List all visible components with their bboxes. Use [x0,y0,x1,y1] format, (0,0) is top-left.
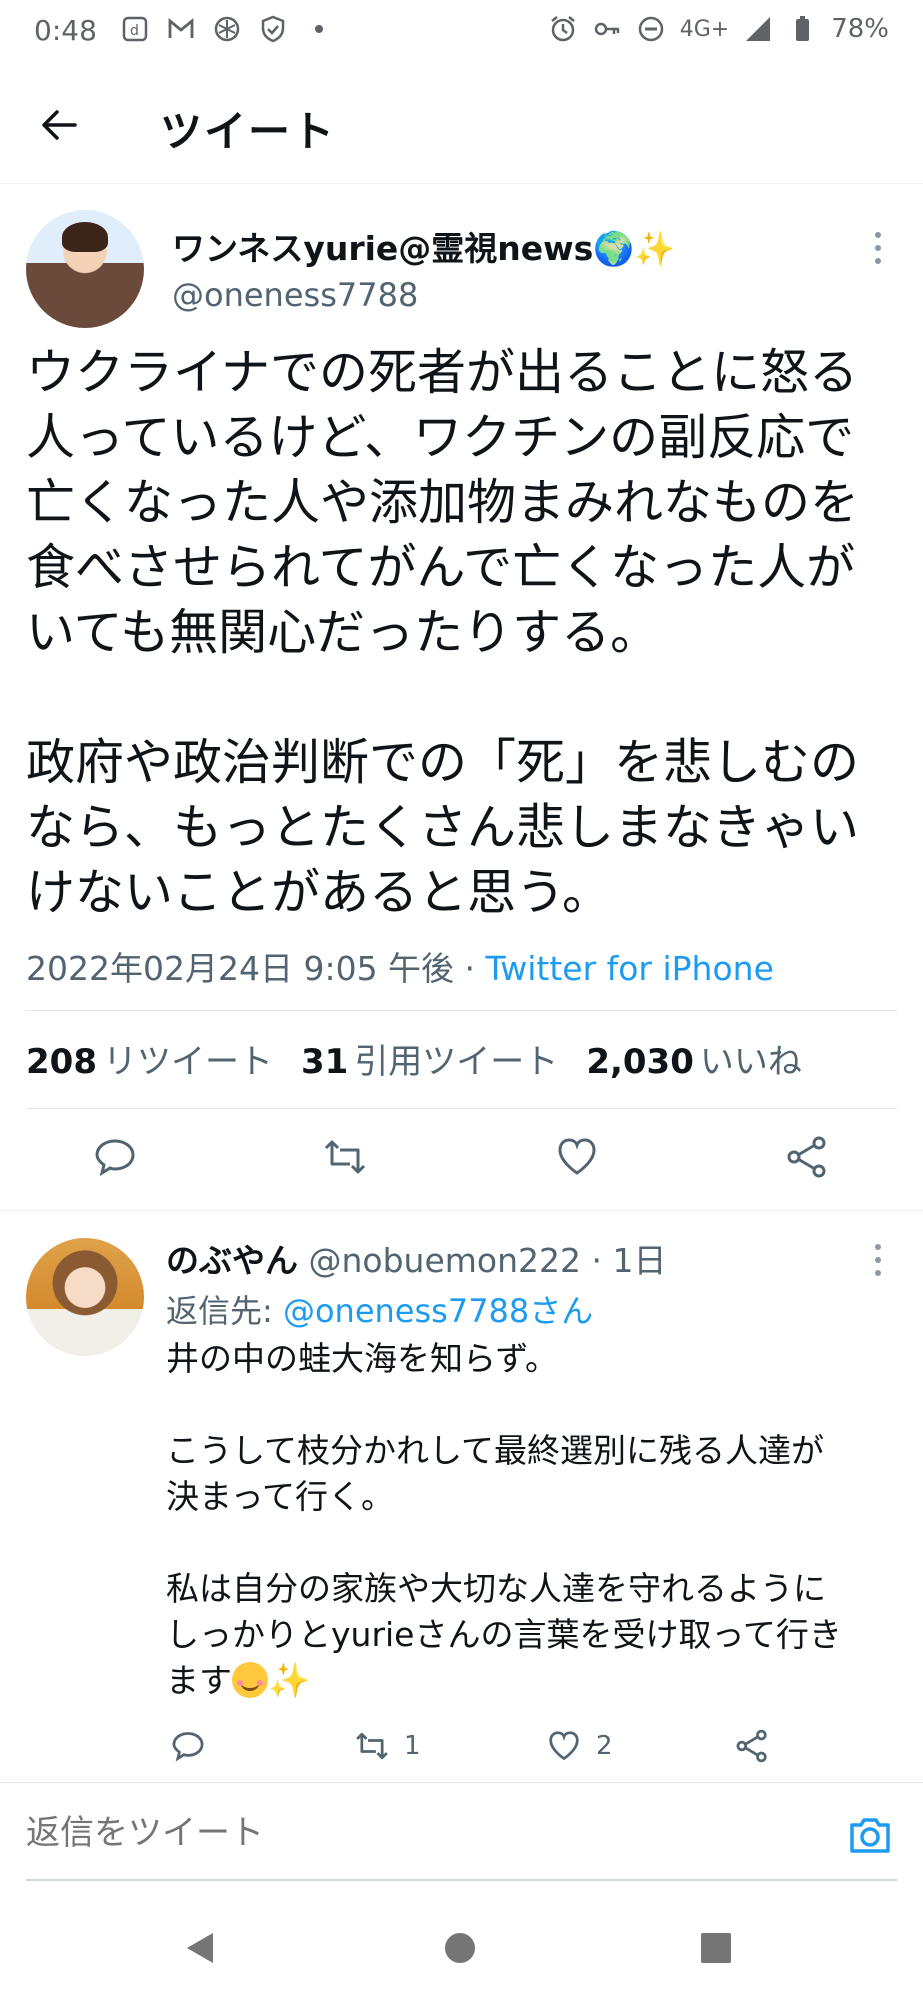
share-button[interactable] [780,1130,834,1184]
dot-icon [304,14,334,44]
author-name[interactable]: ワンネスyurie@霊視news🌍✨ [172,222,676,270]
reply-author-handle[interactable]: @nobuemon222 · 1日 [309,1241,667,1280]
reply-button[interactable] [88,1130,142,1184]
likes-stat[interactable]: 2,030 いいね [586,1034,802,1083]
reply-text-container: 井の中の蛙大海を知らず。 こうして枝分かれして最終選別に残る人達が 決まって行く… [166,1336,896,1704]
signal-icon [743,14,773,44]
page-title: ツイート [160,107,337,156]
retweet-button[interactable] [318,1130,372,1184]
notification-icons: d [120,14,334,44]
author-handle[interactable]: @oneness7788 [172,276,418,314]
reply-more-options-button[interactable] [868,1240,888,1280]
divider [0,1210,923,1211]
nav-back-button[interactable] [182,1930,218,1966]
reply-share-button[interactable] [734,1728,770,1764]
reply-reply-button[interactable] [170,1728,206,1764]
gmail-icon [166,14,196,44]
reply-header: のぶやん @nobuemon222 · 1日 [166,1234,666,1282]
tweet-source-link[interactable]: Twitter for iPhone [486,949,774,988]
smiling-face-emoji [232,1662,268,1698]
reply-author-avatar[interactable] [26,1238,144,1356]
quotes-stat[interactable]: 31 引用ツイート [301,1034,558,1083]
divider [26,1108,897,1109]
circle-home-icon [445,1933,475,1963]
reply-text: 井の中の蛙大海を知らず。 こうして枝分かれして最終選別に残る人達が 決まって行く… [166,1339,842,1700]
retweet-icon [356,1732,388,1760]
reply-like-count: 2 [596,1731,613,1761]
reply-to-line: 返信先: @oneness7788さん [166,1292,594,1330]
svg-text:d: d [130,23,139,39]
arrow-left-icon [42,110,77,140]
divider [26,1010,897,1011]
nav-home-button[interactable] [442,1930,478,1966]
heart-icon [558,1138,596,1175]
app-icon [212,14,242,44]
camera-icon[interactable] [846,1811,894,1859]
reply-icon [95,1139,135,1177]
tweet-timestamp: 2022年02月24日 9:05 午後 · [26,949,486,988]
back-button[interactable] [34,100,84,150]
reply-author-name[interactable]: のぶやん [166,1241,298,1280]
nav-recents-button[interactable] [698,1930,734,1966]
reply-actions: 1 2 [0,1728,923,1778]
reply-retweet-count: 1 [404,1731,421,1761]
heart-icon [549,1731,579,1761]
do-not-disturb-icon [636,14,666,44]
reply-compose-bar [0,1782,923,1894]
retweet-icon [324,1140,366,1174]
vpn-key-icon [592,14,622,44]
tweet-text: ウクライナでの死者が出ることに怒る 人っているけど、ワクチンの副反応で 亡くなっ… [26,344,860,921]
tweet-stats: 208 リツイート 31 引用ツイート 2,030 いいね [26,1034,802,1083]
dictionary-icon: d [120,14,150,44]
network-type: 4G+ [679,16,730,42]
app-header: ツイート [0,64,923,184]
compose-underline [26,1879,897,1881]
sparkles-emoji: ✨ [268,1661,311,1701]
square-recents-icon [701,1933,731,1963]
system-icons: 4G+ 78% [548,14,889,44]
reply-to-mention[interactable]: @oneness7788さん [283,1292,593,1330]
like-button[interactable] [550,1130,604,1184]
triangle-back-icon [187,1933,213,1963]
status-time: 0:48 [34,14,97,47]
reply-like-button[interactable]: 2 [546,1728,613,1764]
battery-level: 78% [831,14,889,44]
share-icon [787,1136,826,1178]
tweet-actions [0,1130,923,1190]
alarm-icon [548,14,578,44]
more-options-button[interactable] [868,228,888,268]
share-icon [736,1729,767,1763]
battery-icon [787,14,817,44]
reply-icon [172,1732,204,1762]
tweet-meta: 2022年02月24日 9:05 午後 · Twitter for iPhone [26,942,774,990]
reply-compose-input[interactable] [26,1813,450,1853]
reply-retweet-button[interactable]: 1 [354,1728,421,1764]
shield-icon [258,14,288,44]
system-nav-bar [0,1894,923,2000]
author-avatar[interactable] [26,210,144,328]
retweets-stat[interactable]: 208 リツイート [26,1034,273,1083]
status-bar: 0:48 d 4G+ 78% [0,0,923,64]
